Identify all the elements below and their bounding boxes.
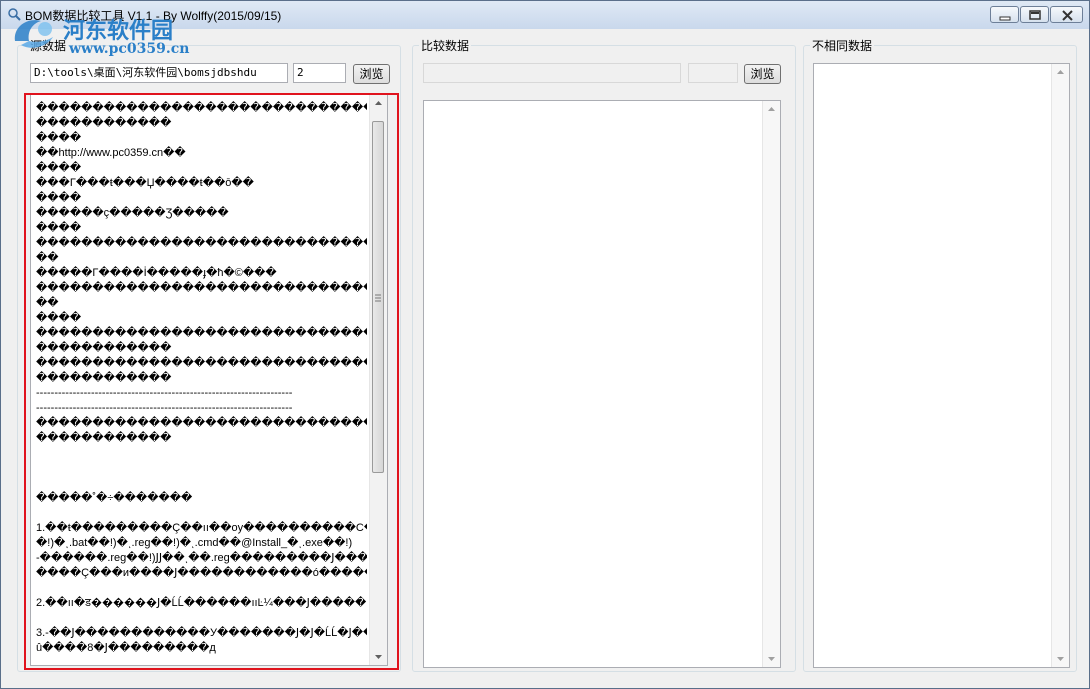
compare-path-input[interactable] <box>423 63 681 83</box>
source-scroll-thumb[interactable] <box>372 121 384 473</box>
source-data-line: �� <box>36 297 59 309</box>
source-data-label: 源数据 <box>28 37 69 54</box>
app-icon <box>8 8 21 21</box>
minimize-button[interactable] <box>990 6 1019 23</box>
source-data-group: 源数据 D:\tools\桌面\河东软件园\bomsjdbshdu 2 浏览 �… <box>17 37 401 672</box>
minimize-icon <box>999 16 1011 21</box>
compare-data-textarea[interactable] <box>423 100 781 668</box>
maximize-icon <box>1029 10 1041 20</box>
client-area: 源数据 D:\tools\桌面\河东软件园\bomsjdbshdu 2 浏览 �… <box>7 30 1083 682</box>
compare-data-label: 比较数据 <box>419 37 472 54</box>
source-data-line: ������������ <box>36 117 172 129</box>
source-data-line: 2.��ıı�ड������Ϳ�ĹĹ������ııĿ¼���Ϳ����� <box>36 597 367 609</box>
source-data-line: ����������������������������������������… <box>36 327 367 339</box>
source-data-line: ���� <box>36 162 82 174</box>
compare-data-group: 比较数据 浏览 <box>412 37 796 672</box>
close-button[interactable] <box>1050 6 1083 23</box>
source-data-line: ���� <box>36 312 82 324</box>
scroll-up-icon[interactable] <box>1052 64 1069 81</box>
source-data-line: ����������������������������������������… <box>36 282 367 294</box>
source-data-line: ��http://www.pc0359.cn�� <box>36 147 186 159</box>
source-data-line: ���� <box>36 222 82 234</box>
scroll-up-icon[interactable] <box>763 101 780 118</box>
source-data-line <box>36 461 367 476</box>
source-data-line: -������.reg��!)ͿͿ��ͺ��.reg���������Ϳ��� <box>36 552 367 564</box>
source-data-line: ������������ <box>36 372 172 384</box>
source-data-line: û����8�Ϳ���������д <box>36 642 216 654</box>
source-scrollbar[interactable] <box>369 95 387 665</box>
diff-data-textarea[interactable] <box>813 63 1070 668</box>
source-data-line: ----------------------------------------… <box>36 402 293 414</box>
source-data-line: ----------------------------------------… <box>36 387 293 399</box>
source-data-line: ����������������������������������������… <box>36 102 367 114</box>
compare-scrollbar[interactable] <box>762 101 780 667</box>
source-browse-button[interactable]: 浏览 <box>353 64 390 84</box>
source-data-line: ����Ç���и����Ϳ������������ó����������C� <box>36 567 367 579</box>
close-icon <box>1062 10 1073 21</box>
scroll-down-icon[interactable] <box>370 648 387 665</box>
source-data-line: ����������������������������������������… <box>36 357 367 369</box>
source-path-input[interactable]: D:\tools\桌面\河东软件园\bomsjdbshdu <box>30 63 288 83</box>
diff-data-label: 不相同数据 <box>810 37 875 54</box>
source-data-line: �!)�ͺ.bat��!)�ͺ.reg��!)�ͺ.cmd��@Install_… <box>36 537 353 549</box>
source-data-line: 3.-��Ϳ������������У�������Ϳ�Ϳ�ĹĹ�Ϳ��Ϳ�Ϳ�… <box>36 627 367 639</box>
compare-browse-button[interactable]: 浏览 <box>744 64 781 84</box>
source-data-line: ����������������������������������������… <box>36 237 367 249</box>
window-title: BOM数据比较工具 V1.1 - By Wolffy(2015/09/15) <box>25 9 282 23</box>
source-data-line: ���� <box>36 192 82 204</box>
source-data-line: ����������������������������������������… <box>36 417 367 429</box>
diff-data-group: 不相同数据 <box>803 37 1077 672</box>
source-data-line: ���� <box>36 132 82 144</box>
source-data-content: ����������������������������� �����������… <box>36 101 367 656</box>
app-window: BOM数据比较工具 V1.1 - By Wolffy(2015/09/15) 源… <box>0 0 1090 689</box>
source-data-line <box>36 506 367 521</box>
source-data-line: �����˚�÷������� <box>36 492 193 504</box>
diff-scrollbar[interactable] <box>1051 64 1069 667</box>
source-data-textarea[interactable]: ����������������������������� �����������… <box>30 94 388 666</box>
source-data-line: ������������ <box>36 432 172 444</box>
source-column-input[interactable]: 2 <box>293 63 346 83</box>
compare-column-input[interactable] <box>688 63 738 83</box>
source-data-line: �� <box>36 252 59 264</box>
source-data-line: ���Γ���ŧ���Џ����ŧ��ō�� <box>36 177 254 189</box>
scroll-down-icon[interactable] <box>763 650 780 667</box>
scroll-up-icon[interactable] <box>370 95 387 112</box>
source-data-line: ������������ <box>36 342 172 354</box>
source-data-line: �����Γ����İ�����ɟ�ћ�©��� <box>36 267 277 279</box>
source-data-line <box>36 446 367 461</box>
source-data-line: 1.��ŧ���������Ç��ıı��oy����������C�@�ͺ��… <box>36 522 367 534</box>
source-data-line <box>36 581 367 596</box>
grip-icon <box>375 294 381 302</box>
source-data-line <box>36 611 367 626</box>
source-data-line: ������ç�����Ʒ����� <box>36 207 229 219</box>
scroll-down-icon[interactable] <box>1052 650 1069 667</box>
title-bar[interactable]: BOM数据比较工具 V1.1 - By Wolffy(2015/09/15) <box>1 1 1089 29</box>
maximize-button[interactable] <box>1020 6 1049 23</box>
source-data-line <box>36 476 367 491</box>
